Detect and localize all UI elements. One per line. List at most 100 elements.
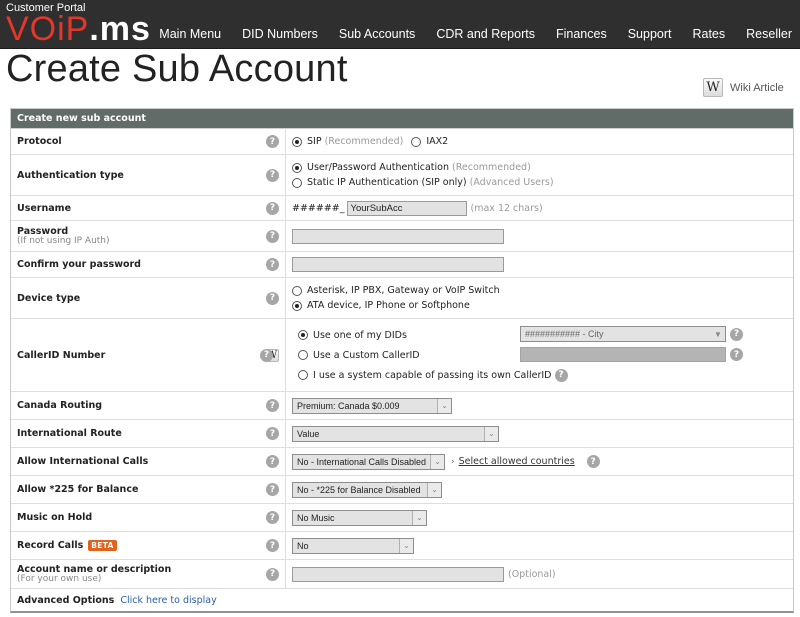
device-pbx-label: Asterisk, IP PBX, Gateway or VoIP Switch [307, 285, 500, 296]
auth-static-ip-option[interactable]: Static IP Authentication (SIP only) (Adv… [292, 175, 554, 190]
canada-routing-select[interactable]: Premium: Canada $0.009 ⌄ [292, 397, 452, 414]
main-nav: Main Menu DID Numbers Sub Accounts CDR a… [148, 25, 800, 43]
help-icon[interactable]: ? [266, 483, 279, 496]
canada-routing-value: Premium: Canada $0.009 [297, 400, 400, 411]
intl-route-value: Value [297, 428, 320, 439]
device-type-label: Device type [17, 292, 81, 304]
password-sublabel: (If not using IP Auth) [17, 236, 110, 246]
help-icon[interactable]: ? [586, 455, 600, 468]
allow-225-select[interactable]: No - *225 for Balance Disabled ⌄ [292, 481, 442, 498]
help-icon[interactable]: ? [266, 427, 279, 440]
account-desc-input[interactable] [292, 566, 504, 582]
help-icon[interactable]: ? [266, 168, 279, 182]
auth-user-password-label: User/Password Authentication [307, 162, 449, 173]
device-pbx-radio[interactable] [292, 285, 302, 296]
help-icon[interactable]: ? [266, 258, 279, 271]
protocol-iax2-radio[interactable] [411, 136, 422, 147]
device-pbx-option[interactable]: Asterisk, IP PBX, Gateway or VoIP Switch [292, 283, 500, 298]
callerid-custom-radio[interactable] [298, 350, 308, 360]
beta-badge: BETA [88, 540, 117, 551]
callerid-passthrough-radio[interactable] [298, 370, 308, 380]
callerid-did-select[interactable]: ########### - City ▼ [520, 326, 726, 342]
nav-did-numbers[interactable]: DID Numbers [231, 25, 328, 43]
top-navigation-bar: Customer Portal VOiP .ms Main Menu DID Nu… [0, 0, 800, 49]
protocol-sip-label: SIP [307, 136, 322, 147]
logo-ms-text: .ms [89, 10, 151, 48]
device-ata-label: ATA device, IP Phone or Softphone [307, 300, 470, 311]
auth-user-password-radio[interactable] [292, 162, 302, 173]
help-icon[interactable]: ? [266, 291, 279, 305]
help-icon[interactable]: ? [730, 348, 743, 361]
row-password: Password (If not using IP Auth) ? [11, 221, 793, 252]
chevron-right-icon: › [451, 456, 455, 467]
help-icon[interactable]: ? [266, 539, 279, 552]
password-input[interactable] [292, 228, 504, 244]
nav-support[interactable]: Support [617, 25, 682, 43]
wiki-article-link[interactable]: W Wiki Article [703, 78, 784, 97]
chevron-down-icon: ▼ [714, 329, 722, 339]
create-sub-account-form: Create new sub account Protocol ? SIP (R… [10, 108, 794, 613]
page-title: Create Sub Account [6, 48, 348, 90]
canada-routing-label: Canada Routing [17, 400, 103, 411]
row-international-route: International Route ? Value ⌄ [11, 420, 793, 448]
allow-intl-label: Allow International Calls [17, 456, 149, 467]
help-icon[interactable]: ? [266, 201, 279, 215]
confirm-password-input[interactable] [292, 257, 504, 272]
form-header: Create new sub account [11, 109, 793, 129]
chevron-down-icon: ⌄ [437, 398, 451, 413]
music-on-hold-value: No Music [297, 512, 335, 523]
help-icon[interactable]: ? [266, 567, 279, 581]
account-desc-hint: (Optional) [508, 568, 556, 580]
record-calls-select[interactable]: No ⌄ [292, 537, 414, 554]
voipms-logo[interactable]: VOiP .ms [6, 10, 151, 48]
callerid-passthrough-label: I use a system capable of passing its ow… [313, 369, 552, 381]
protocol-sip-note: (Recommended) [324, 136, 404, 147]
help-icon[interactable]: ? [266, 229, 279, 243]
logo-voip-text: VOiP [6, 10, 90, 48]
nav-reseller[interactable]: Reseller [735, 25, 800, 43]
allow-intl-select[interactable]: No - International Calls Disabled ⌄ [292, 453, 445, 470]
callerid-my-dids-label: Use one of my DIDs [313, 329, 407, 341]
callerid-my-dids-radio[interactable] [298, 330, 308, 340]
protocol-iax2-option[interactable]: IAX2 [411, 134, 448, 149]
chevron-down-icon: ⌄ [427, 482, 441, 497]
wiki-article-label: Wiki Article [730, 81, 784, 94]
help-icon[interactable]: ? [266, 135, 279, 148]
help-icon[interactable]: ? [554, 368, 568, 382]
protocol-sip-radio[interactable] [292, 136, 302, 147]
row-protocol: Protocol ? SIP (Recommended) IAX2 [11, 129, 793, 155]
device-ata-option[interactable]: ATA device, IP Phone or Softphone [292, 298, 500, 313]
callerid-passthrough-option[interactable]: I use a system capable of passing its ow… [298, 368, 568, 383]
callerid-custom-label: Use a Custom CallerID [313, 349, 420, 361]
username-input[interactable] [346, 200, 467, 216]
auth-user-password-note: (Recommended) [452, 162, 531, 173]
advanced-options-display-link[interactable]: Click here to display [120, 595, 216, 606]
nav-sub-accounts[interactable]: Sub Accounts [328, 25, 425, 43]
nav-main-menu[interactable]: Main Menu [148, 25, 231, 43]
username-prefix: ######_ [292, 202, 345, 214]
nav-cdr-and-reports[interactable]: CDR and Reports [425, 25, 545, 43]
callerid-custom-input[interactable] [520, 347, 726, 362]
nav-rates[interactable]: Rates [681, 25, 735, 43]
music-on-hold-select[interactable]: No Music ⌄ [292, 509, 427, 526]
confirm-password-label: Confirm your password [17, 259, 141, 270]
intl-route-select[interactable]: Value ⌄ [292, 425, 499, 442]
auth-static-ip-radio[interactable] [292, 177, 302, 188]
callerid-did-select-value: ########### - City [525, 329, 604, 339]
help-icon[interactable]: ? [266, 511, 279, 524]
row-confirm-password: Confirm your password ? [11, 252, 793, 278]
help-icon[interactable]: ? [266, 399, 279, 412]
device-ata-radio[interactable] [292, 300, 302, 311]
select-allowed-countries-link[interactable]: Select allowed countries [459, 456, 575, 467]
help-icon[interactable]: ? [266, 455, 279, 468]
help-icon[interactable]: ? [730, 327, 743, 341]
username-hint: (max 12 chars) [470, 202, 543, 214]
auth-user-password-option[interactable]: User/Password Authentication (Recommende… [292, 160, 554, 175]
row-record-calls: Record Calls BETA ? No ⌄ [11, 532, 793, 560]
chevron-down-icon: ⌄ [399, 538, 413, 553]
help-icon[interactable]: ? [260, 348, 273, 362]
nav-finances[interactable]: Finances [545, 25, 617, 43]
advanced-options-label: Advanced Options [17, 594, 115, 606]
intl-route-label: International Route [17, 428, 122, 439]
protocol-sip-option[interactable]: SIP (Recommended) [292, 134, 403, 149]
